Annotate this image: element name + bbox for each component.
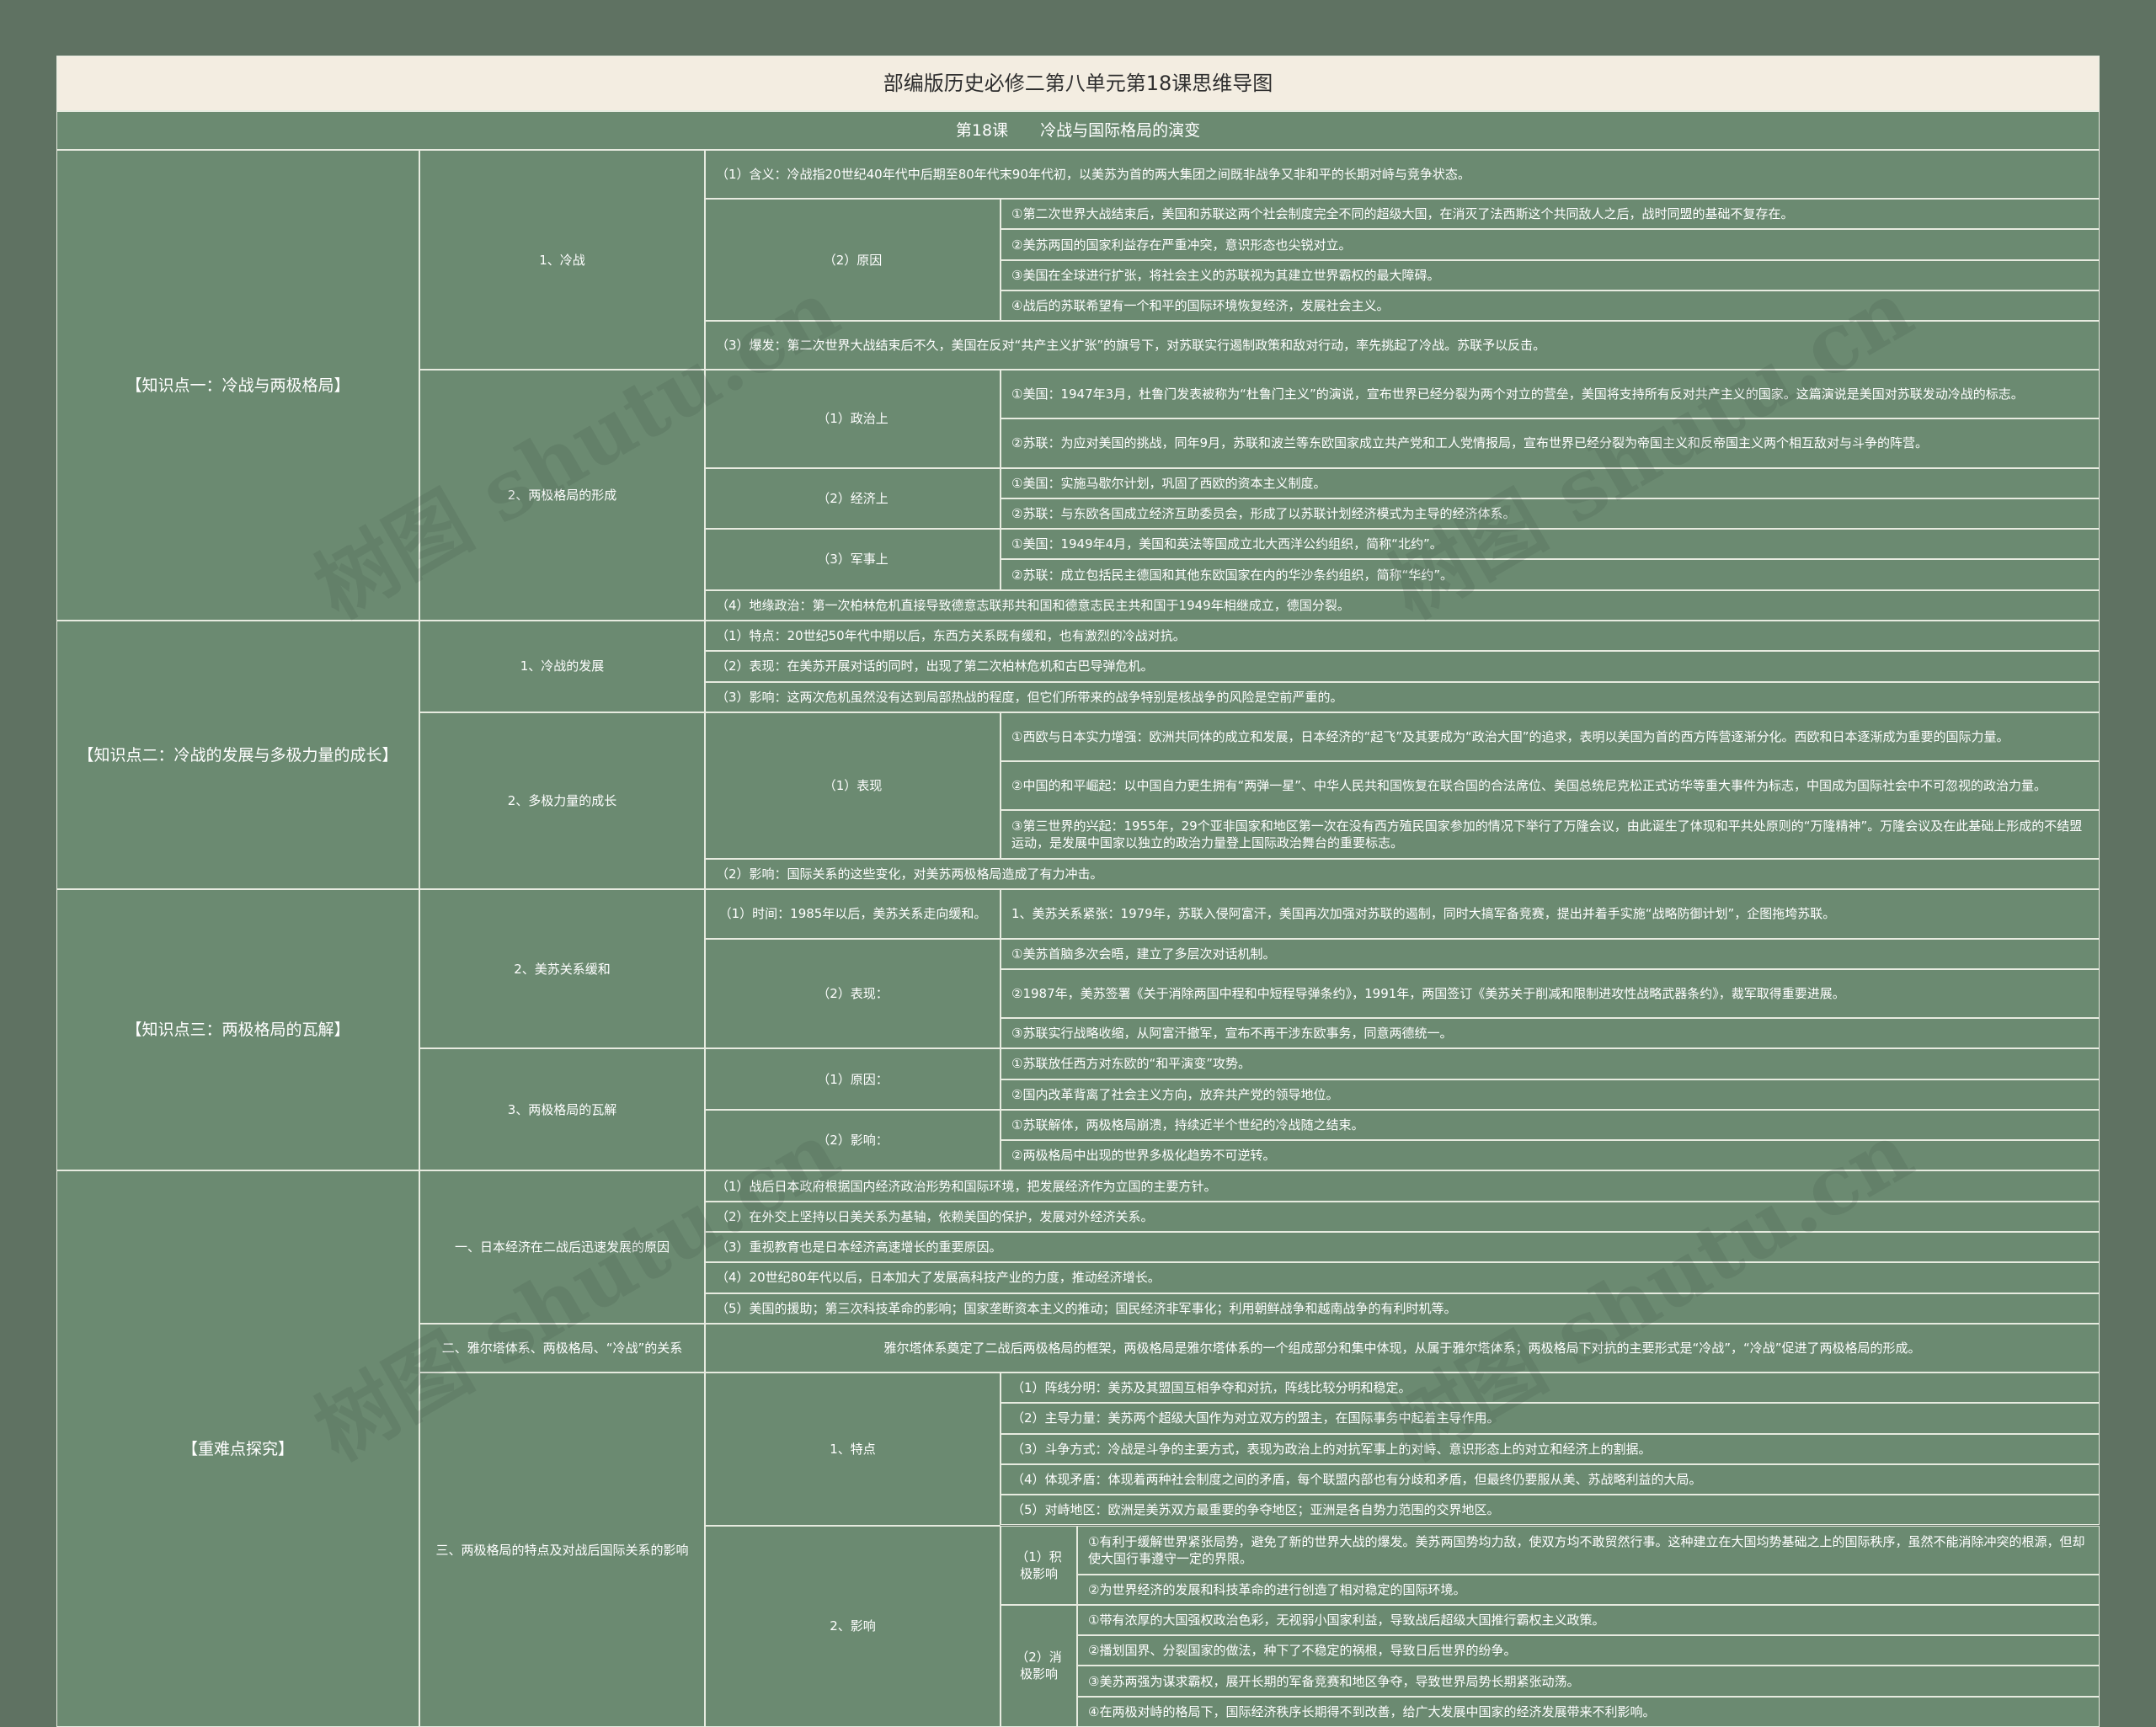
leaf-item: ②1987年，美苏签署《关于消除两国中程和中短程导弹条约》，1991年，两国签订… — [1001, 969, 2100, 1018]
level2-node: 2、多极力量的成长 — [419, 712, 705, 890]
level3-node: 1、特点 — [705, 1373, 1001, 1526]
leaf-item: （3）影响：这两次危机虽然没有达到局部热战的程度，但它们所带来的战争特别是核战争… — [705, 682, 2100, 712]
leaf-item: （5）美国的援助；第三次科技革命的影响；国家垄断资本主义的推动；国民经济非军事化… — [705, 1293, 2100, 1324]
leaf-item: ②苏联：成立包括民主德国和其他东欧国家在内的华沙条约组织，简称“华约”。 — [1001, 559, 2100, 589]
leaf-item: ①苏联解体，两极格局崩溃，持续近半个世纪的冷战随之结束。 — [1001, 1110, 2100, 1140]
level2-node: 一、日本经济在二战后迅速发展的原因 — [419, 1170, 705, 1324]
level3-node: （1）表现 — [705, 712, 1001, 859]
leaf-item: （2）表现：在美苏开展对话的同时，出现了第二次柏林危机和古巴导弹危机。 — [705, 651, 2100, 681]
leaf-item: ①苏联放任西方对东欧的“和平演变”攻势。 — [1001, 1048, 2100, 1079]
mind-map-table: 部编版历史必修二第八单元第18课思维导图 第18课 冷战与国际格局的演变 （1）… — [56, 56, 2100, 1618]
leaf-item: ②播划国界、分裂国家的做法，种下了不稳定的祸根，导致日后世界的纷争。 — [1077, 1635, 2100, 1666]
leaf-item: ②两极格局中出现的世界多极化趋势不可逆转。 — [1001, 1140, 2100, 1170]
leaf-item: ②美苏两国的国家利益存在严重冲突，意识形态也尖锐对立。 — [1001, 229, 2100, 259]
level3-node: （2）原因 — [705, 199, 1001, 321]
level3-node: 2、影响 — [705, 1526, 1001, 1727]
leaf-item: （4）20世纪80年代以后，日本加大了发展高科技产业的力度，推动经济增长。 — [705, 1262, 2100, 1293]
level2-node: 3、两极格局的瓦解 — [419, 1048, 705, 1170]
leaf-item: （2）影响：国际关系的这些变化，对美苏两极格局造成了有力冲击。 — [705, 859, 2100, 889]
leaf-item: ③第三世界的兴起：1955年，29个亚非国家和地区第一次在没有西方殖民国家参加的… — [1001, 810, 2100, 859]
page-title: 部编版历史必修二第八单元第18课思维导图 — [56, 56, 2100, 111]
leaf-item: ①带有浓厚的大国强权政治色彩，无视弱小国家利益，导致战后超级大国推行霸权主义政策… — [1077, 1605, 2100, 1635]
leaf-item: ④在两极对峙的格局下，国际经济秩序长期得不到改善，给广大发展中国家的经济发展带来… — [1077, 1697, 2100, 1727]
leaf-item: ③美国在全球进行扩张，将社会主义的苏联视为其建立世界霸权的最大障碍。 — [1001, 260, 2100, 290]
level2-node: 1、冷战的发展 — [419, 621, 705, 712]
level3-node: （1）原因： — [705, 1048, 1001, 1110]
leaf-item: （4）地缘政治：第一次柏林危机直接导致德意志联邦共和国和德意志民主共和国于194… — [705, 590, 2100, 621]
level2-node: 三、两极格局的特点及对战后国际关系的影响 — [419, 1373, 705, 1727]
level3-node: （1）时间：1985年以后，美苏关系走向缓和。 — [705, 889, 1001, 938]
leaf-item: ①美国：实施马歇尔计划，巩固了西欧的资本主义制度。 — [1001, 468, 2100, 498]
leaf-item: ②国内改革背离了社会主义方向，放弃共产党的领导地位。 — [1001, 1079, 2100, 1110]
leaf-item: （3）斗争方式：冷战是斗争的主要方式，表现为政治上的对抗军事上的对峙、意识形态上… — [1001, 1434, 2100, 1464]
leaf-item: ①第二次世界大战结束后，美国和苏联这两个社会制度完全不同的超级大国，在消灭了法西… — [1001, 199, 2100, 229]
section-node: 【知识点二：冷战的发展与多极力量的成长】 — [56, 621, 419, 889]
section-node: 【知识点三：两极格局的瓦解】 — [56, 889, 419, 1170]
leaf-item: ①美国：1947年3月，杜鲁门发表被称为“杜鲁门主义”的演说，宣布世界已经分裂为… — [1001, 370, 2100, 418]
relation-text: 雅尔塔体系奠定了二战后两极格局的框架，两极格局是雅尔塔体系的一个组成部分和集中体… — [705, 1324, 2100, 1373]
leaf-item: （1）阵线分明：美苏及其盟国互相争夺和对抗，阵线比较分明和稳定。 — [1001, 1373, 2100, 1403]
leaf-item: ③美苏两强为谋求霸权，展开长期的军备竞赛和地区争夺，导致世界局势长期紧张动荡。 — [1077, 1666, 2100, 1696]
section-node: 【重难点探究】 — [56, 1170, 419, 1727]
leaf-item: （3）重视教育也是日本经济高速增长的重要原因。 — [705, 1232, 2100, 1262]
level3-node: （2）经济上 — [705, 468, 1001, 530]
leaf-item: （1）含义：冷战指20世纪40年代中后期至80年代末90年代初，以美苏为首的两大… — [705, 150, 2100, 199]
level3-node: （1）政治上 — [705, 370, 1001, 467]
level2-node: 1、冷战 — [419, 150, 705, 370]
leaf-item: （2）主导力量：美苏两个超级大国作为对立双方的盟主，在国际事务中起着主导作用。 — [1001, 1403, 2100, 1433]
level2-node: 2、美苏关系缓和 — [419, 889, 705, 1048]
leaf-item: （1）战后日本政府根据国内经济政治形势和国际环境，把发展经济作为立国的主要方针。 — [705, 1170, 2100, 1201]
leaf-item: ②中国的和平崛起：以中国自力更生拥有“两弹一星”、中华人民共和国恢复在联合国的合… — [1001, 761, 2100, 810]
lesson-title: 第18课 冷战与国际格局的演变 — [56, 111, 2100, 150]
level2-node: 2、两极格局的形成 — [419, 370, 705, 621]
leaf-item: ①西欧与日本实力增强：欧洲共同体的成立和发展，日本经济的“起飞”及其要成为“政治… — [1001, 712, 2100, 761]
level3-node: （3）军事上 — [705, 529, 1001, 590]
leaf-item: ②苏联：与东欧各国成立经济互助委员会，形成了以苏联计划经济模式为主导的经济体系。 — [1001, 498, 2100, 529]
leaf-item: ①有利于缓解世界紧张局势，避免了新的世界大战的爆发。美苏两国势均力敌，使双方均不… — [1077, 1526, 2100, 1575]
section-node: 【知识点一：冷战与两极格局】 — [56, 150, 419, 621]
leaf-item: ③苏联实行战略收缩，从阿富汗撤军，宣布不再干涉东欧事务，同意两德统一。 — [1001, 1018, 2100, 1048]
leaf-item: ①美苏首脑多次会晤，建立了多层次对话机制。 — [1001, 939, 2100, 969]
level4-node: （2）消极影响 — [1001, 1605, 1077, 1727]
leaf-item: （1）特点：20世纪50年代中期以后，东西方关系既有缓和，也有激烈的冷战对抗。 — [705, 621, 2100, 651]
leaf-item: （5）对峙地区：欧洲是美苏双方最重要的争夺地区；亚洲是各自势力范围的交界地区。 — [1001, 1495, 2100, 1525]
leaf-item: ④战后的苏联希望有一个和平的国际环境恢复经济，发展社会主义。 — [1001, 290, 2100, 321]
leaf-item: ①美国：1949年4月，美国和英法等国成立北大西洋公约组织，简称“北约”。 — [1001, 529, 2100, 559]
leaf-item: （4）体现矛盾：体现着两种社会制度之间的矛盾，每个联盟内部也有分歧和矛盾，但最终… — [1001, 1464, 2100, 1495]
level4-node: （1）积极影响 — [1001, 1526, 1077, 1605]
leaf-item: ②为世界经济的发展和科技革命的进行创造了相对稳定的国际环境。 — [1077, 1575, 2100, 1605]
level3-node: （2）表现： — [705, 939, 1001, 1049]
leaf-item: （2）在外交上坚持以日美关系为基轴，依赖美国的保护，发展对外经济关系。 — [705, 1202, 2100, 1232]
leaf-item: 1、美苏关系紧张：1979年，苏联入侵阿富汗，美国再次加强对苏联的遏制，同时大搞… — [1001, 889, 2100, 938]
level3-node: （2）影响： — [705, 1110, 1001, 1171]
leaf-item: ②苏联：为应对美国的挑战，同年9月，苏联和波兰等东欧国家成立共产党和工人党情报局… — [1001, 418, 2100, 467]
leaf-item: （3）爆发：第二次世界大战结束后不久，美国在反对“共产主义扩张”的旗号下，对苏联… — [705, 321, 2100, 370]
level2-node: 二、雅尔塔体系、两极格局、“冷战”的关系 — [419, 1324, 705, 1373]
